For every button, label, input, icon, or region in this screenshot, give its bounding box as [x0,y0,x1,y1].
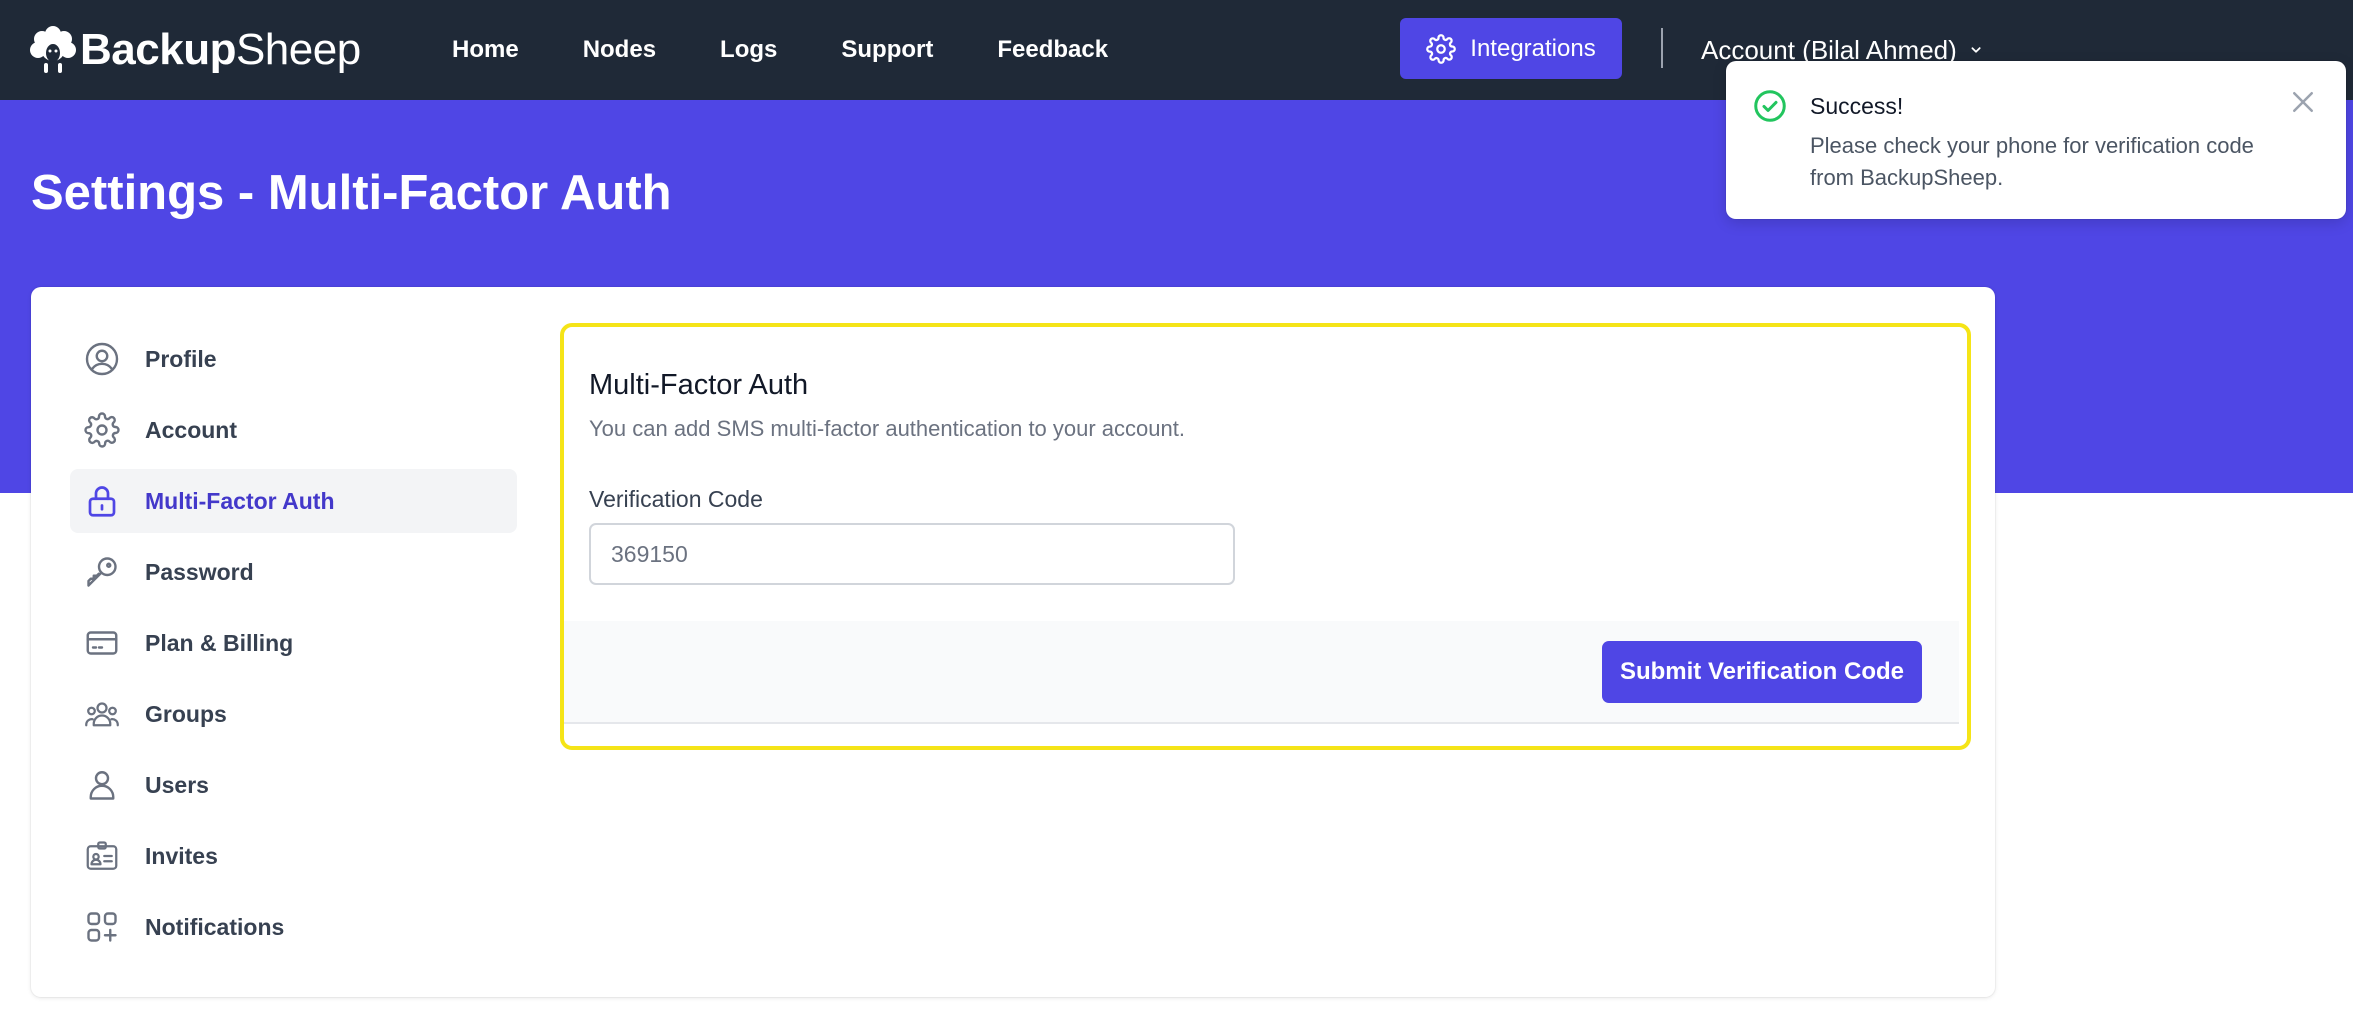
mfa-title: Multi-Factor Auth [589,369,809,401]
sheep-icon [30,26,76,73]
sidebar-item-label: Notifications [145,913,285,940]
user-circle-icon [84,341,120,377]
mfa-description: You can add SMS multi-factor authenticat… [589,416,1185,441]
sidebar-item-account[interactable]: Account [70,398,517,462]
nav-feedback[interactable]: Feedback [997,36,1108,64]
key-icon [84,554,120,590]
nav-support[interactable]: Support [841,36,933,64]
nav-nodes[interactable]: Nodes [583,36,656,64]
integrations-label: Integrations [1470,34,1596,62]
sidebar-item-invites[interactable]: Invites [70,824,517,888]
settings-sidebar: Profile Account Multi-Factor Auth Passwo… [70,327,517,966]
sidebar-item-label: Users [145,771,209,798]
sidebar-item-label: Password [145,558,254,585]
sidebar-item-password[interactable]: Password [70,540,517,604]
sidebar-item-users[interactable]: Users [70,753,517,817]
brand-name-light: Sheep [235,25,361,74]
integrations-button[interactable]: Integrations [1400,18,1622,79]
sidebar-item-notifications[interactable]: Notifications [70,895,517,959]
sidebar-item-label: Plan & Billing [145,629,294,656]
brand-logo[interactable]: Backup Sheep [30,22,361,78]
toast-message: Please check your phone for verification… [1810,133,2254,190]
sidebar-item-multi-factor-auth[interactable]: Multi-Factor Auth [70,469,517,533]
check-circle-icon [1754,90,1786,122]
sidebar-item-label: Invites [145,842,218,869]
mfa-panel-footer: Submit Verification Code [564,621,1959,724]
chevron-down-icon [1971,47,1981,53]
page-title: Settings - Multi-Factor Auth [31,166,672,220]
sidebar-item-label: Profile [145,345,217,372]
verification-code-label: Verification Code [589,486,763,512]
sidebar-item-groups[interactable]: Groups [70,682,517,746]
lock-icon [84,483,120,519]
gear-icon [84,412,120,448]
submit-verification-code-button[interactable]: Submit Verification Code [1602,641,1922,703]
sidebar-item-label: Groups [145,700,227,727]
nav-logs[interactable]: Logs [720,36,777,64]
gear-icon [1426,33,1457,64]
nav-divider [1661,28,1663,68]
sidebar-item-label: Account [145,416,237,443]
main-nav: Home Nodes Logs Support Feedback [452,0,1172,100]
mfa-panel: Multi-Factor Auth You can add SMS multi-… [560,323,1971,750]
sidebar-item-profile[interactable]: Profile [70,327,517,391]
id-card-icon [84,838,120,874]
close-icon[interactable] [2288,87,2318,117]
sidebar-item-plan-billing[interactable]: Plan & Billing [70,611,517,675]
toast-title: Success! [1810,93,1904,119]
sidebar-item-label: Multi-Factor Auth [145,487,335,514]
success-toast: Success! Please check your phone for ver… [1726,61,2346,219]
brand-name-bold: Backup [80,25,236,74]
user-icon [84,767,120,803]
user-group-icon [84,696,120,732]
verification-code-input[interactable] [589,523,1235,585]
credit-card-icon [84,625,120,661]
nav-home[interactable]: Home [452,36,519,64]
apps-add-icon [84,909,120,945]
